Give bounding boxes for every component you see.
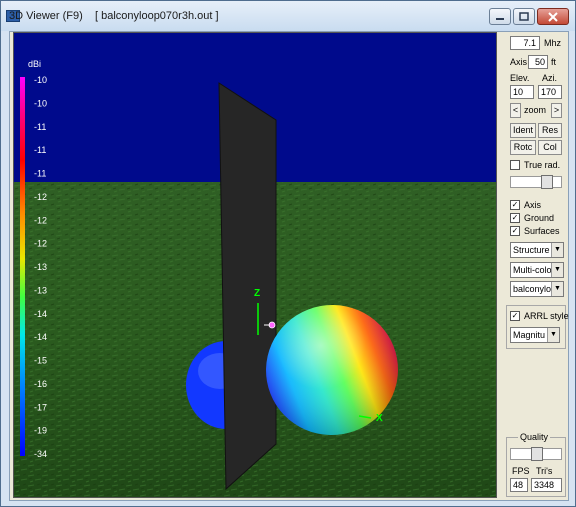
legend-value: -34 [34,449,47,459]
legend-value: -11 [34,169,46,179]
zoom-out-button[interactable]: < [510,103,521,118]
tris-label: Tri's [536,466,553,476]
close-button[interactable] [537,8,569,25]
legend-value: -12 [34,192,47,202]
rotc-button[interactable]: Rotc [510,140,536,155]
legend-value: -11 [34,122,46,132]
slider-thumb[interactable] [531,447,543,461]
zoom-in-button[interactable]: > [551,103,562,118]
axis-check-label: Axis [524,200,542,210]
control-panel: 7.1 Mhz Axis 50 ft Elev. Azi. 10 170 < z… [500,32,570,502]
legend-value: -10 [34,98,47,108]
zoom-label: zoom [524,105,547,115]
window-title: 3D Viewer (F9) [ balconyloop070r3h.out ] [9,10,219,22]
legend-value: -12 [34,215,47,225]
legend-value: -13 [34,285,47,295]
arrl-checkbox[interactable]: ✓ [510,311,520,321]
axis-checkbox[interactable]: ✓ [510,200,520,210]
true-rad-slider[interactable] [510,175,562,189]
chevron-down-icon: ▼ [551,282,563,296]
chevron-down-icon: ▼ [551,263,563,277]
legend-value: -10 [34,75,47,85]
elevation-label: Elev. [510,73,530,83]
3d-viewport[interactable]: dBi -10 -10 -11 -11 -11 -12 -12 -12 -13 -13 -14 -14… [13,32,497,498]
app-window: 3D Viewer (F9) [ balconyloop070r3h.out ] [0,0,576,507]
arrl-label: ARRL style [524,311,569,321]
structure-select-value: Structure [513,245,550,255]
tris-value: 3348 [531,478,562,492]
surfaces-checkbox[interactable]: ✓ [510,226,520,236]
maximize-button[interactable] [513,8,535,25]
legend-value: -16 [34,379,47,389]
color-mode-select-value: Multi-colo [513,265,552,275]
quality-label: Quality [518,432,551,442]
magnitude-select[interactable]: Magnitu ▼ [510,327,560,343]
legend-value: -14 [34,332,47,342]
frequency-field[interactable]: 7.1 [510,36,540,50]
x-axis-label: X [376,413,383,424]
legend-value: -12 [34,239,47,249]
azimuth-label: Azi. [542,73,558,83]
file-select[interactable]: balconylo ▼ [510,281,564,297]
maximize-icon [519,12,529,21]
legend-unit: dBi [28,59,41,69]
legend-value: -15 [34,356,47,366]
client-area: dBi -10 -10 -11 -11 -11 -12 -12 -12 -13 -13 -14 -14… [9,31,569,501]
ground-checkbox[interactable]: ✓ [510,213,520,223]
azimuth-field[interactable]: 170 [538,85,562,99]
quality-slider[interactable] [510,447,562,461]
axis-unit: ft [551,57,557,67]
frequency-unit: Mhz [544,38,562,48]
legend-value: -17 [34,402,47,412]
ident-button[interactable]: Ident [510,123,536,138]
3d-scene[interactable]: dBi -10 -10 -11 -11 -11 -12 -12 -12 -13 -13 -14 -14… [14,33,497,498]
title-bar[interactable]: 3D Viewer (F9) [ balconyloop070r3h.out ] [1,1,575,31]
true-rad-label: True rad. [524,160,561,170]
chevron-down-icon: ▼ [547,328,559,342]
legend-color-bar [20,77,25,456]
fps-label: FPS [512,466,530,476]
minimize-icon [496,17,504,20]
surfaces-check-label: Surfaces [524,226,560,236]
legend-value: -14 [34,309,47,319]
magnitude-select-value: Magnitu [513,330,546,340]
color-mode-select[interactable]: Multi-colo ▼ [510,262,564,278]
fps-value: 48 [510,478,528,492]
axis-length-field[interactable]: 50 [528,55,548,69]
legend-value: -13 [34,262,47,272]
minimize-button[interactable] [489,8,511,25]
antenna-plate [218,82,277,491]
z-axis-label: Z [254,288,260,299]
ground-check-label: Ground [524,213,555,223]
axis-label: Axis [510,57,528,67]
chevron-down-icon: ▼ [551,243,563,257]
true-rad-checkbox[interactable] [510,160,520,170]
col-button[interactable]: Col [538,140,562,155]
slider-thumb[interactable] [541,175,553,189]
elevation-field[interactable]: 10 [510,85,534,99]
legend-value: -11 [34,145,46,155]
res-button[interactable]: Res [538,123,562,138]
legend-value: -19 [34,426,47,436]
close-icon [548,11,558,22]
structure-select[interactable]: Structure ▼ [510,242,564,258]
file-select-value: balconylo [513,284,552,294]
